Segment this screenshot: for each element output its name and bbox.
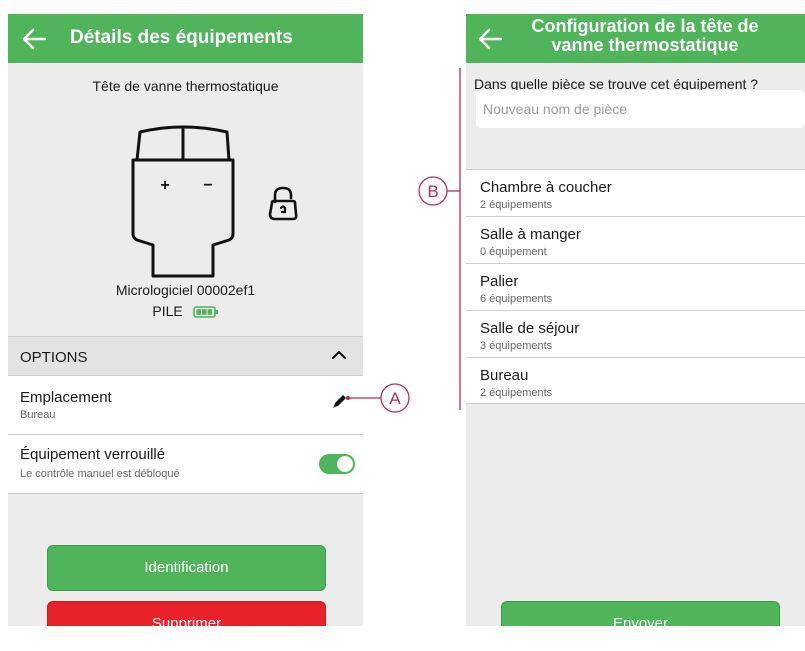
lock-title: Équipement verrouillé	[20, 446, 166, 463]
annotation-b-label: B	[427, 182, 438, 201]
options-label: OPTIONS	[20, 349, 88, 366]
firmware-version: Micrologiciel 00002ef1	[115, 282, 256, 298]
device-lock-row: Équipement verrouillé Le contrôle manuel…	[8, 434, 363, 494]
toggle-knob	[337, 456, 353, 472]
room-list-item[interactable]: Palier 6 équipements	[466, 263, 805, 310]
device-details-screen: Détails des équipements Tête de vanne th…	[8, 14, 363, 626]
back-arrow-icon[interactable]	[20, 26, 48, 52]
thermostatic-valve-icon: + −	[131, 125, 235, 278]
room-name: Palier	[480, 273, 519, 290]
room-name: Chambre à coucher	[480, 179, 612, 196]
app-bar: Détails des équipements	[8, 14, 363, 63]
battery-label: PILE	[152, 303, 183, 319]
chevron-up-icon[interactable]	[331, 349, 347, 361]
room-configuration-screen: Configuration de la tête de vanne thermo…	[466, 14, 805, 626]
annotation-a-callout: A	[346, 383, 410, 413]
options-section-header[interactable]: OPTIONS	[8, 336, 363, 377]
lock-toggle[interactable]	[319, 454, 355, 474]
room-name: Salle à manger	[480, 226, 581, 243]
unlock-icon	[268, 186, 298, 221]
battery-icon	[192, 306, 218, 319]
location-value: Bureau	[20, 409, 56, 421]
svg-text:+: +	[160, 177, 169, 194]
room-list-item[interactable]: Salle à manger 0 équipement	[466, 216, 805, 263]
room-device-count: 0 équipement	[480, 246, 547, 258]
room-device-count: 2 équipements	[480, 387, 553, 399]
room-device-count: 3 équipements	[480, 340, 553, 352]
delete-button[interactable]: Supprimer	[47, 601, 326, 626]
page-title: Détails des équipements	[70, 27, 293, 48]
room-name: Salle de séjour	[480, 320, 580, 337]
send-button[interactable]: Envoyer	[501, 601, 780, 626]
device-name: Tête de vanne thermostatique	[92, 78, 279, 94]
room-device-count: 6 équipements	[480, 293, 553, 305]
app-bar: Configuration de la tête de vanne thermo…	[466, 14, 805, 63]
annotation-b-callout: B	[418, 68, 461, 410]
room-name: Bureau	[480, 367, 529, 384]
location-row[interactable]: Emplacement Bureau	[8, 375, 363, 435]
room-list: Chambre à coucher 2 équipements Salle à ma…	[466, 169, 805, 404]
room-list-item[interactable]: Chambre à coucher 2 équipements	[466, 169, 805, 216]
svg-text:−: −	[203, 177, 212, 194]
annotation-a-label: A	[389, 389, 401, 408]
location-title: Emplacement	[20, 389, 112, 406]
room-list-item[interactable]: Bureau 2 équipements	[466, 357, 805, 404]
battery-status: PILE	[8, 303, 363, 319]
page-title-line2: vanne thermostatique	[551, 35, 739, 55]
identification-button[interactable]: Identification	[47, 545, 326, 591]
room-device-count: 2 équipements	[480, 199, 553, 211]
new-room-name-input[interactable]	[476, 90, 805, 128]
room-list-item[interactable]: Salle de séjour 3 équipements	[466, 310, 805, 357]
page-title-line1: Configuration de la tête de	[531, 16, 759, 36]
back-arrow-icon[interactable]	[476, 26, 504, 52]
lock-subtitle: Le contrôle manuel est débloqué	[20, 468, 180, 480]
page-title: Configuration de la tête de vanne thermo…	[510, 17, 780, 55]
